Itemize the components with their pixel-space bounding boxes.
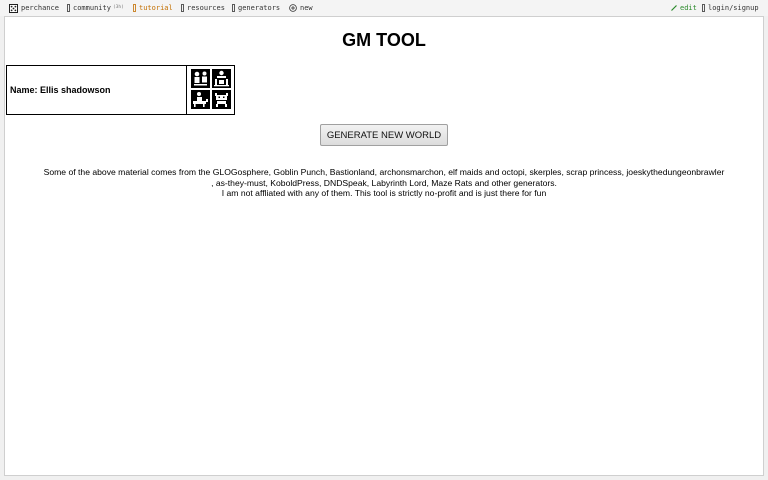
credits-text: Some of the above material comes from th…	[5, 167, 763, 199]
plus-circle-icon	[289, 4, 297, 12]
npc-name: Name: Ellis shadowson	[7, 66, 187, 114]
nav-generators-label: generators	[238, 4, 281, 12]
pencil-icon	[671, 5, 677, 11]
nav-new[interactable]: new	[289, 3, 313, 13]
community-badge: (3h)	[112, 5, 124, 10]
nav-new-label: new	[300, 4, 313, 12]
nav-perchance-label: perchance	[21, 4, 59, 12]
dice-icon	[9, 3, 18, 13]
login-label: login/signup	[708, 4, 759, 12]
credits-line-3: I am not affliated with any of them. Thi…	[221, 188, 547, 198]
credits-line-2: , as-they-must, KoboldPress, DNDSpeak, L…	[211, 177, 557, 188]
login-icon	[702, 4, 705, 12]
nav-generators[interactable]: generators	[232, 3, 280, 13]
login-link[interactable]: login/signup	[702, 3, 759, 13]
edit-label: edit	[680, 4, 697, 12]
tutorial-icon	[133, 4, 136, 12]
npc-table: Name: Ellis shadowson	[6, 65, 235, 115]
nav-community-label: community	[73, 4, 111, 12]
main-panel: GM TOOL Name: Ellis shadowson GENERATE N…	[4, 16, 764, 476]
rider-icon	[191, 90, 210, 109]
credits-line-1: Some of the above material comes from th…	[43, 167, 725, 177]
nav-perchance[interactable]: perchance	[9, 3, 59, 13]
nav-tutorial[interactable]: tutorial	[133, 3, 173, 13]
edit-link[interactable]: edit	[671, 3, 697, 13]
camp-icon	[212, 69, 231, 88]
generators-icon	[232, 4, 235, 12]
nav-tutorial-label: tutorial	[139, 4, 173, 12]
resources-icon	[181, 4, 184, 12]
community-icon	[67, 4, 70, 12]
npc-portrait-grid	[187, 66, 234, 114]
nav-resources-label: resources	[187, 4, 225, 12]
nav-resources[interactable]: resources	[181, 3, 225, 13]
monsters-icon	[212, 90, 231, 109]
top-nav-bar: perchance community (3h) tutorial resour…	[0, 0, 768, 16]
generate-new-world-button[interactable]: GENERATE NEW WORLD	[320, 124, 448, 146]
nav-community[interactable]: community (3h)	[67, 3, 124, 13]
page-title: GM TOOL	[342, 30, 426, 50]
heroes-icon	[191, 69, 210, 88]
